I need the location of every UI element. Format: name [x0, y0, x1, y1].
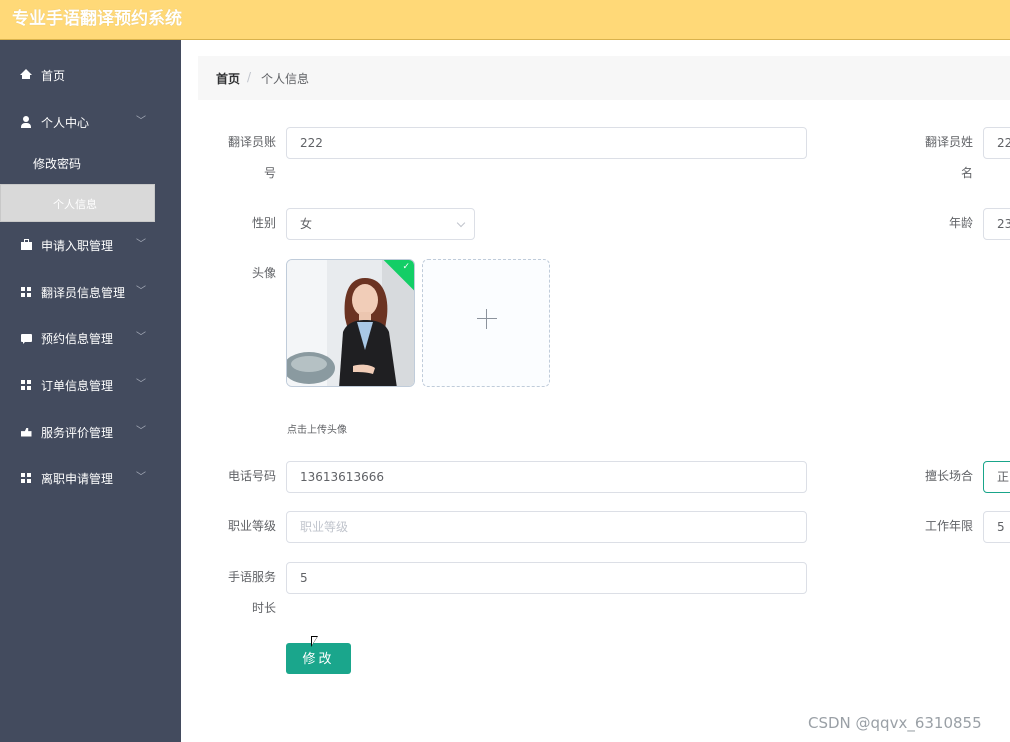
- mouse-cursor-icon: [311, 636, 318, 647]
- chevron-down-icon: ﹀: [136, 239, 146, 250]
- account-label: 翻译员账号: [227, 135, 276, 180]
- sidebar-item-personal-center[interactable]: 个人中心 ﹀: [0, 102, 181, 142]
- briefcase-icon: [20, 239, 32, 251]
- level-label: 职业等级: [227, 519, 276, 533]
- specialty-label: 擅长场合: [924, 469, 973, 483]
- app-title: 专业手语翻译预约系统: [12, 9, 182, 29]
- sidebar-item-label: 翻译员信息管理: [41, 286, 126, 300]
- sidebar-subitem-label: 修改密码: [33, 157, 82, 171]
- sidebar-subitem-personal-info[interactable]: 个人信息: [0, 184, 155, 222]
- sidebar-subitem-change-password[interactable]: 修改密码: [0, 144, 181, 182]
- chevron-down-icon: ﹀: [136, 379, 146, 390]
- chevron-down-icon: ﹀: [136, 116, 146, 127]
- avatar-label: 头像: [251, 266, 276, 280]
- account-field[interactable]: 222: [286, 127, 807, 159]
- sidebar-item-booking-info[interactable]: 预约信息管理 ﹀: [0, 318, 181, 358]
- years-field[interactable]: 5: [983, 511, 1010, 543]
- duration-field[interactable]: 5: [286, 562, 807, 594]
- phone-field[interactable]: 13613613666: [286, 461, 807, 493]
- chevron-down-icon: ﹀: [136, 332, 146, 343]
- grid-icon: [20, 379, 32, 391]
- home-icon: [20, 69, 32, 81]
- sidebar-item-onboarding[interactable]: 申请入职管理 ﹀: [0, 225, 181, 265]
- sidebar-subitem-label: 个人信息: [53, 198, 97, 211]
- avatar-image[interactable]: ✓: [286, 259, 415, 387]
- watermark: CSDN @qqvx_6310855: [808, 714, 982, 732]
- chevron-down-icon: ﹀: [136, 426, 146, 437]
- sidebar-item-label: 订单信息管理: [41, 379, 114, 393]
- sidebar-item-label: 个人中心: [41, 116, 90, 130]
- avatar-photo: [287, 260, 414, 386]
- phone-label: 电话号码: [227, 469, 276, 483]
- plus-icon-vertical: [486, 309, 487, 329]
- submit-edit-button[interactable]: 修改: [286, 643, 351, 674]
- sidebar-item-order-info[interactable]: 订单信息管理 ﹀: [0, 365, 181, 405]
- name-field[interactable]: 22: [983, 127, 1010, 159]
- grid-icon: [20, 286, 32, 298]
- sidebar-item-label: 离职申请管理: [41, 472, 114, 486]
- sidebar-item-label: 预约信息管理: [41, 332, 114, 346]
- app-header: 专业手语翻译预约系统: [0, 0, 1010, 40]
- sidebar: 首页 个人中心 ﹀ 修改密码 个人信息 申请入职管理 ﹀ 翻译员信息管理 ﹀ 预…: [0, 40, 181, 742]
- check-icon: ✓: [402, 262, 410, 272]
- user-icon: [20, 116, 32, 128]
- chevron-down-icon: ﹀: [136, 286, 146, 297]
- age-label: 年龄: [948, 216, 973, 230]
- sidebar-item-home[interactable]: 首页: [0, 55, 181, 95]
- years-label: 工作年限: [924, 519, 973, 533]
- gender-select-value: 女: [300, 217, 313, 231]
- duration-label: 手语服务 时长: [227, 570, 276, 615]
- plus-icon: [477, 318, 497, 319]
- sidebar-item-label: 申请入职管理: [41, 239, 114, 253]
- sidebar-item-service-review[interactable]: 服务评价管理 ﹀: [0, 412, 181, 452]
- age-field[interactable]: 23: [983, 208, 1010, 240]
- name-label: 翻译员姓名: [924, 135, 973, 180]
- thumbs-up-icon: [20, 426, 32, 438]
- upload-tip: 点击上传头像: [287, 425, 347, 436]
- grid-icon: [20, 472, 32, 484]
- level-field[interactable]: 职业等级: [286, 511, 807, 543]
- breadcrumb: 首页 / 个人信息: [198, 56, 1010, 100]
- specialty-field[interactable]: 正: [983, 461, 1010, 493]
- sidebar-item-translator-info[interactable]: 翻译员信息管理 ﹀: [0, 272, 181, 312]
- sidebar-item-resignation[interactable]: 离职申请管理 ﹀: [0, 458, 181, 498]
- avatar-uploader[interactable]: [422, 259, 550, 387]
- sidebar-item-label: 服务评价管理: [41, 426, 114, 440]
- breadcrumb-current: 个人信息: [261, 72, 310, 86]
- gender-label: 性别: [251, 216, 276, 230]
- chevron-down-icon: [456, 218, 466, 228]
- breadcrumb-home[interactable]: 首页: [216, 70, 240, 87]
- chevron-down-icon: ﹀: [136, 472, 146, 483]
- sidebar-item-label: 首页: [41, 69, 66, 83]
- breadcrumb-separator: /: [247, 70, 252, 84]
- gender-select[interactable]: 女: [286, 208, 475, 240]
- chat-icon: [20, 332, 32, 344]
